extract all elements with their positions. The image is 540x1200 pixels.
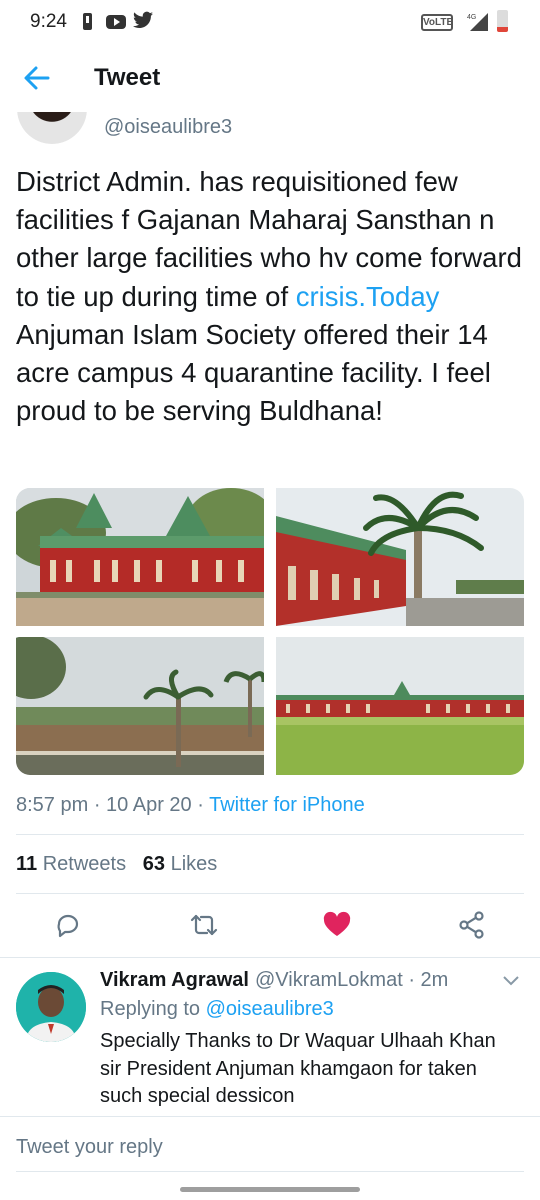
- replying-to: Replying to @oiseaulibre3: [100, 998, 334, 1021]
- divider: [16, 834, 524, 835]
- retweets-count: 11: [16, 853, 38, 875]
- reply-time: · 2m: [408, 969, 449, 991]
- tweet-source[interactable]: Twitter for iPhone: [209, 794, 365, 816]
- likes-label: Likes: [170, 853, 218, 875]
- tweet-text: District Admin. has requisitioned few fa…: [16, 163, 531, 430]
- retweets-label: Retweets: [42, 853, 127, 875]
- divider: [0, 1116, 540, 1117]
- reply-avatar[interactable]: [16, 972, 86, 1042]
- tweet-text-part-2: Anjuman Islam Society offered their 14 a…: [16, 318, 491, 427]
- reply-text: Specially Thanks to Dr Waquar Ulhaah Kha…: [100, 1030, 496, 1107]
- share-button[interactable]: [457, 910, 487, 940]
- retweet-button[interactable]: [189, 910, 219, 940]
- author-handle[interactable]: @oiseaulibre3: [104, 116, 232, 139]
- volte-icon: VoLTE: [421, 14, 453, 31]
- home-indicator[interactable]: [180, 1187, 360, 1192]
- tweet-date: 10 Apr 20: [106, 794, 192, 816]
- reply-author-handle[interactable]: @VikramLokmat: [255, 969, 403, 991]
- divider: [16, 1171, 524, 1172]
- status-bar: 9:24 VoLTE 4G: [0, 0, 540, 44]
- tweet-link[interactable]: crisis.Today: [296, 281, 440, 312]
- tweet-text-part-1: District Admin. has requisitioned few fa…: [16, 166, 522, 312]
- likes-stat[interactable]: 63 Likes: [143, 853, 218, 875]
- youtube-icon: [106, 15, 126, 29]
- meta-separator: ·: [88, 794, 107, 816]
- like-button[interactable]: [322, 910, 352, 940]
- tweet-time: 8:57 pm: [16, 794, 89, 816]
- reply-handle-time: @VikramLokmat · 2m: [255, 969, 448, 992]
- palm-tree-building-photo[interactable]: [276, 488, 524, 626]
- red-building-photo[interactable]: [16, 488, 264, 626]
- reply-compose-input[interactable]: Tweet your reply: [16, 1136, 163, 1159]
- twitter-icon: [133, 11, 153, 28]
- network-type: 4G: [467, 14, 476, 21]
- reply-button[interactable]: [53, 910, 83, 940]
- back-button[interactable]: [22, 64, 52, 92]
- app-header: Tweet: [0, 44, 540, 112]
- share-icon: [459, 911, 484, 939]
- arrow-left-icon: [24, 66, 50, 90]
- tweet-stats: 11 Retweets 63 Likes: [16, 853, 217, 876]
- signal-icon: 4G: [466, 11, 488, 31]
- replying-to-handle[interactable]: @oiseaulibre3: [206, 998, 334, 1020]
- reply-author-name[interactable]: Vikram Agrawal: [100, 969, 249, 992]
- campus-field-photo[interactable]: [16, 637, 264, 775]
- status-time: 9:24: [30, 11, 67, 32]
- divider: [0, 957, 540, 958]
- lawn-building-photo[interactable]: [276, 637, 524, 775]
- chevron-down-icon: [503, 976, 519, 986]
- meta-separator-2: ·: [191, 794, 210, 816]
- page-title: Tweet: [94, 64, 161, 91]
- tweet-meta: 8:57 pm · 10 Apr 20 · Twitter for iPhone: [16, 794, 365, 817]
- likes-count: 63: [142, 853, 166, 875]
- replying-to-label: Replying to: [100, 998, 206, 1020]
- retweet-icon: [190, 914, 218, 936]
- retweets-stat[interactable]: 11 Retweets: [16, 853, 126, 875]
- divider: [16, 893, 524, 894]
- reply-icon: [57, 914, 79, 938]
- reply-menu-button[interactable]: [502, 974, 520, 988]
- like-icon: [323, 911, 351, 936]
- battery-icon: [497, 10, 508, 32]
- tweet-media-grid: [16, 488, 524, 775]
- alert-icon: [83, 13, 92, 30]
